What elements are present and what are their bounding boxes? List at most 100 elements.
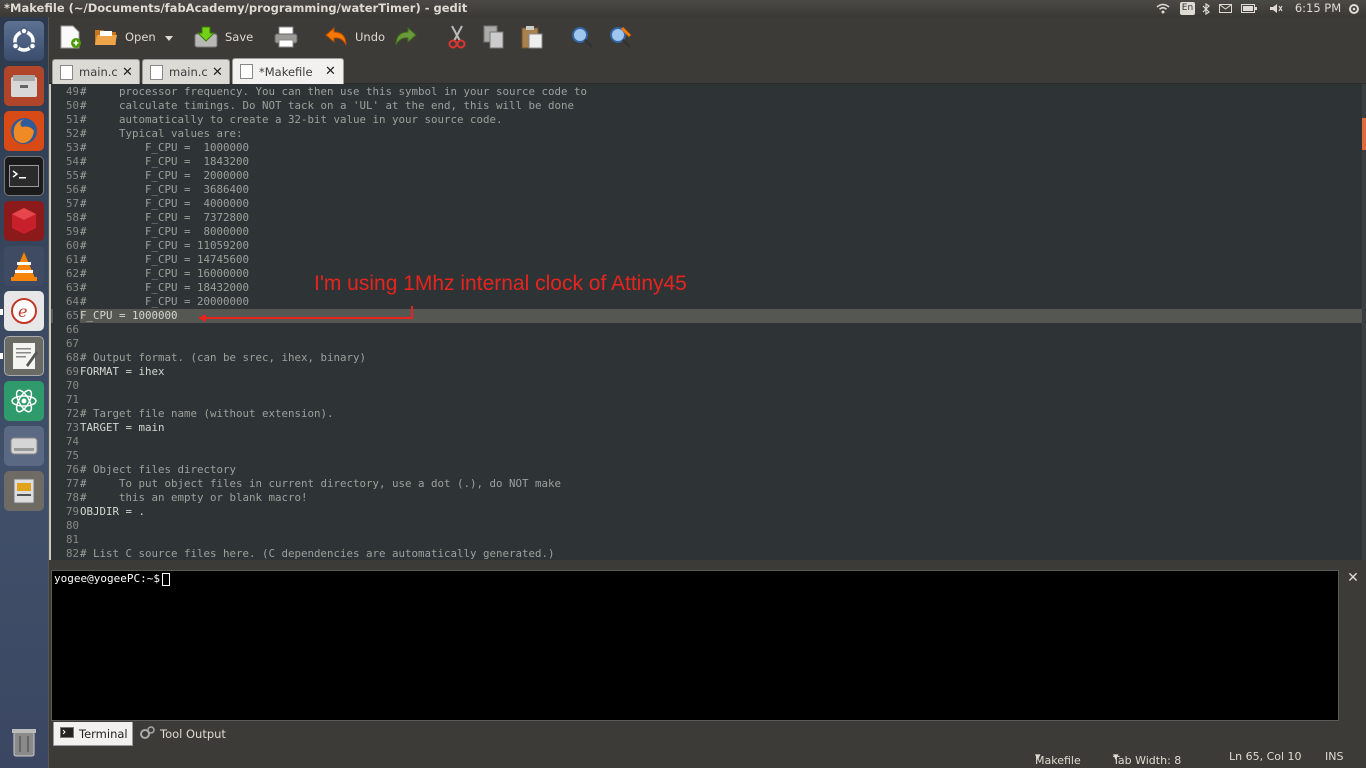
disk-icon[interactable]: [4, 426, 44, 466]
files-icon[interactable]: [4, 66, 44, 106]
line-number: 67: [65, 337, 79, 350]
tab-tool-output[interactable]: Tool Output: [133, 722, 233, 746]
line-number: 65: [65, 309, 79, 322]
save-label: Save: [225, 30, 254, 44]
vlc-icon[interactable]: [4, 246, 44, 286]
line-number: 57: [65, 197, 79, 210]
language-selector[interactable]: Makefile ▾: [1035, 750, 1081, 767]
close-panel-button[interactable]: ✕: [1345, 570, 1361, 586]
tab-main-c-1[interactable]: main.c ✕: [52, 59, 140, 84]
tab-label: main.c: [169, 65, 208, 79]
terminal[interactable]: yogee@yogeePC:~$: [51, 570, 1339, 721]
save-icon: [193, 24, 219, 50]
gear-icon[interactable]: [1347, 0, 1361, 17]
code-line: # processor frequency. You can then use …: [80, 85, 588, 98]
scroll-thumb[interactable]: [1362, 118, 1366, 150]
print-button[interactable]: [273, 22, 299, 52]
bottom-panel: yogee@yogeePC:~$ ✕ Terminal Tool Output: [49, 560, 1366, 768]
folder-icon: [93, 24, 119, 50]
mail-icon[interactable]: [1217, 0, 1233, 17]
code-line: # Object files directory: [80, 463, 237, 476]
tab-width-selector[interactable]: Tab Width: 8 ▾: [1113, 750, 1181, 767]
cursor-position: Ln 65, Col 10: [1229, 750, 1302, 763]
save-button[interactable]: Save: [193, 22, 253, 52]
volume-icon[interactable]: [1268, 0, 1284, 17]
file-icon: [150, 64, 163, 80]
line-number: 77: [65, 477, 79, 490]
find-replace-icon: [607, 24, 633, 50]
line-number: 79: [65, 505, 79, 518]
find-replace-button[interactable]: [607, 22, 633, 52]
close-icon[interactable]: ✕: [212, 65, 223, 80]
clock[interactable]: 6:15 PM: [1295, 0, 1341, 17]
line-number: 66: [65, 323, 79, 336]
tab-makefile[interactable]: *Makefile ✕: [232, 58, 344, 84]
code-line: FORMAT = ihex: [80, 365, 165, 378]
system-app-icon[interactable]: [4, 471, 44, 511]
code-line: # automatically to create a 32-bit value…: [80, 113, 503, 126]
line-number: 50: [65, 99, 79, 112]
line-number: 81: [65, 533, 79, 546]
document-tabs: main.c ✕ main.c ✕ *Makefile ✕: [49, 57, 1366, 84]
undo-icon: [323, 24, 349, 50]
keyboard-indicator[interactable]: En: [1180, 2, 1195, 15]
paste-button[interactable]: [519, 22, 545, 52]
close-icon[interactable]: ✕: [122, 65, 133, 80]
terminal-icon[interactable]: [4, 156, 44, 196]
code-line: # To put object files in current directo…: [80, 477, 562, 490]
printer-icon: [273, 24, 299, 50]
wifi-icon[interactable]: [1155, 0, 1171, 17]
code-line: # this an empty or blank macro!: [80, 491, 308, 504]
line-number: 70: [65, 379, 79, 392]
code-line: # F_CPU = 1000000: [80, 141, 250, 154]
code-line: # F_CPU = 14745600: [80, 253, 250, 266]
app-box-icon[interactable]: [4, 201, 44, 241]
line-number: 54: [65, 155, 79, 168]
find-button[interactable]: [569, 22, 595, 52]
code-line: # F_CPU = 11059200: [80, 239, 250, 252]
code-line: # Target file name (without extension).: [80, 407, 334, 420]
code-line: # F_CPU = 18432000: [80, 281, 250, 294]
atom-icon[interactable]: [4, 381, 44, 421]
text-editor[interactable]: 49 50 51 52 53 54 55 56 57 58 59 60 61 62 63 64 65 66 67 68…: [49, 84, 1366, 560]
firefox-icon[interactable]: [4, 111, 44, 151]
redo-button[interactable]: [393, 22, 419, 52]
line-number: 63: [65, 281, 79, 294]
emacs-icon[interactable]: e: [4, 291, 44, 331]
ubuntu-dash-icon[interactable]: [4, 21, 44, 61]
cut-button[interactable]: [444, 22, 470, 52]
code-line: OBJDIR = .: [80, 505, 146, 518]
terminal-prompt: yogee@yogeePC:~$: [54, 572, 160, 585]
trash-icon[interactable]: [4, 722, 44, 762]
chevron-down-icon: [165, 30, 173, 44]
new-document-button[interactable]: [57, 22, 83, 52]
copy-button[interactable]: [481, 22, 507, 52]
open-recent-dropdown[interactable]: [165, 22, 173, 52]
annotation-text: I'm using 1Mhz internal clock of Attiny4…: [314, 272, 687, 295]
tab-label: main.c: [79, 65, 118, 79]
line-number: 71: [65, 393, 79, 406]
line-number: 69: [65, 365, 79, 378]
scissors-icon: [444, 24, 470, 50]
file-icon: [240, 64, 253, 79]
open-button[interactable]: Open: [93, 22, 156, 52]
line-number: 49: [65, 85, 79, 98]
toolbar: Open Save Undo: [49, 17, 1366, 57]
line-number: 61: [65, 253, 79, 266]
gedit-icon[interactable]: [4, 336, 44, 376]
line-number: 51: [65, 113, 79, 126]
undo-button[interactable]: Undo: [323, 22, 385, 52]
copy-icon: [481, 24, 507, 50]
code-line: # F_CPU = 8000000: [80, 225, 250, 238]
tab-tool-output-label: Tool Output: [160, 727, 226, 741]
vertical-scrollbar[interactable]: [1362, 84, 1366, 560]
battery-icon[interactable]: [1240, 0, 1258, 17]
code-line: # F_CPU = 1843200: [80, 155, 250, 168]
bluetooth-icon[interactable]: [1200, 0, 1212, 17]
insert-mode: INS: [1325, 750, 1344, 763]
tab-label: *Makefile: [259, 64, 313, 79]
code-line: # Output format. (can be srec, ihex, bin…: [80, 351, 367, 364]
tab-main-c-2[interactable]: main.c ✕: [142, 59, 230, 84]
tab-terminal[interactable]: Terminal: [53, 722, 133, 746]
close-icon[interactable]: ✕: [325, 64, 336, 79]
